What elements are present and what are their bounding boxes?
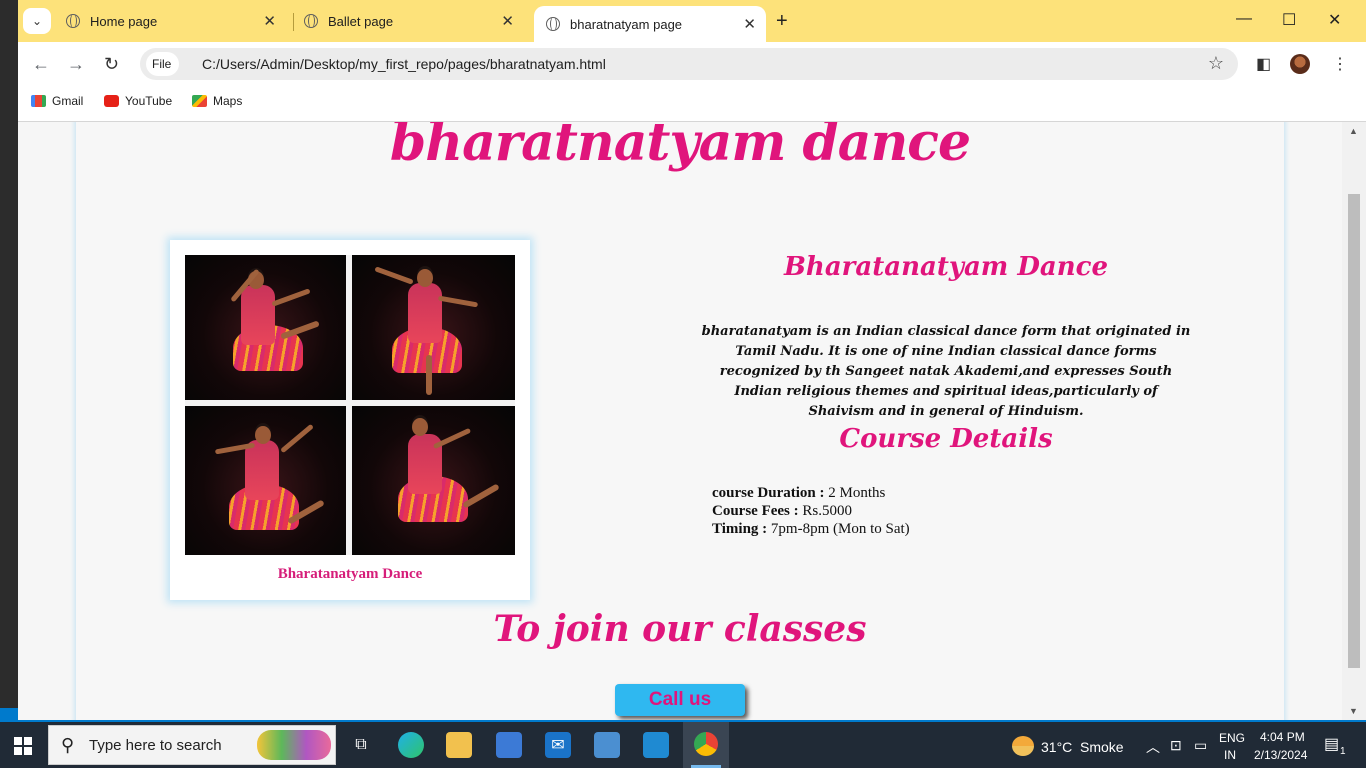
course-fees-row: Course Fees : Rs.5000 bbox=[712, 502, 910, 520]
gmail-icon bbox=[31, 95, 46, 107]
tab-home[interactable]: Home page ✕ bbox=[54, 6, 286, 36]
browser-toolbar: ← → ↻ i File C:/Users/Admin/Desktop/my_f… bbox=[18, 42, 1366, 205]
forward-icon[interactable]: → bbox=[67, 54, 85, 75]
figure-caption: Bharatanatyam Dance bbox=[277, 566, 423, 582]
tab-strip: ⌄ Home page ✕ Ballet page ✕ bharatnatyam… bbox=[18, 0, 1366, 42]
bookmark-label: YouTube bbox=[125, 94, 173, 108]
windows-taskbar: ⚲ Type here to search ⧉ ✉ 31°C Smoke ︿ ⊡… bbox=[0, 722, 1366, 768]
globe-icon bbox=[546, 17, 560, 31]
bookmark-gmail[interactable]: Gmail bbox=[31, 94, 83, 108]
tab-close-icon[interactable]: ✕ bbox=[743, 15, 756, 33]
dance-photo bbox=[352, 255, 515, 400]
language-bottom[interactable]: IN bbox=[1224, 748, 1236, 762]
scrollbar-thumb[interactable] bbox=[1348, 194, 1360, 668]
bookmark-youtube[interactable]: YouTube bbox=[104, 94, 172, 108]
page-container: bharatnatyam dance Bharatanatyam Dance B… bbox=[76, 122, 1284, 720]
dance-photo-collage bbox=[185, 255, 515, 555]
course-label: Timing : bbox=[712, 521, 768, 537]
tab-title: bharatnatyam page bbox=[570, 16, 683, 32]
page-scrollbar[interactable]: ▲ ▼ bbox=[1342, 122, 1366, 720]
dance-description: bharatanatyam is an Indian classical dan… bbox=[701, 324, 1191, 419]
collage-divider bbox=[185, 400, 515, 406]
call-us-button[interactable]: Call us bbox=[615, 684, 745, 716]
profile-avatar[interactable] bbox=[1290, 54, 1310, 74]
address-bar[interactable]: i File C:/Users/Admin/Desktop/my_first_r… bbox=[140, 48, 1238, 205]
bookmark-label: Maps bbox=[213, 94, 243, 108]
tab-title: Home page bbox=[90, 13, 158, 29]
notification-count: 1 bbox=[1340, 746, 1346, 757]
info-heading: Bharatanatyam Dance bbox=[783, 252, 1109, 282]
reload-icon[interactable]: ↻ bbox=[104, 54, 119, 75]
tab-ballet[interactable]: Ballet page ✕ bbox=[292, 6, 524, 36]
menu-kebab-icon[interactable]: ⋮ bbox=[1332, 54, 1348, 74]
url-text[interactable]: C:/Users/Admin/Desktop/my_first_repo/pag… bbox=[202, 56, 606, 72]
search-highlight-art bbox=[257, 730, 331, 760]
tray-chevron-icon[interactable]: ︿ bbox=[1146, 737, 1160, 757]
scroll-down-icon[interactable]: ▼ bbox=[1349, 706, 1358, 716]
battery-icon[interactable]: ▭ bbox=[1194, 737, 1207, 754]
chrome-taskbar-button[interactable] bbox=[683, 722, 729, 768]
page-title: bharatnatyam dance bbox=[389, 122, 971, 173]
course-label: Course Fees : bbox=[712, 503, 799, 519]
course-value: 2 Months bbox=[824, 485, 886, 501]
tab-title: Ballet page bbox=[328, 13, 394, 29]
course-details: course Duration : 2 Months Course Fees :… bbox=[712, 484, 910, 538]
network-icon[interactable]: ⊡ bbox=[1170, 737, 1182, 754]
clock-date[interactable]: 2/13/2024 bbox=[1254, 748, 1307, 762]
dance-figure: Bharatanatyam Dance bbox=[170, 240, 530, 600]
clock-time[interactable]: 4:04 PM bbox=[1260, 730, 1305, 744]
bookmarks-bar: Gmail YouTube Maps bbox=[18, 86, 1366, 122]
file-explorer-icon[interactable] bbox=[446, 732, 472, 758]
edge-icon[interactable] bbox=[398, 732, 424, 758]
bookmark-label: Gmail bbox=[52, 94, 84, 108]
tab-bharatnatyam[interactable]: bharatnatyam page ✕ bbox=[534, 6, 766, 42]
scheme-label: File bbox=[152, 57, 172, 71]
weather-icon[interactable] bbox=[1012, 736, 1034, 756]
globe-icon bbox=[304, 14, 318, 28]
course-timing-row: Timing : 7pm-8pm (Mon to Sat) bbox=[712, 520, 910, 538]
weather-desc[interactable]: Smoke bbox=[1080, 739, 1124, 755]
page-viewport: bharatnatyam dance Bharatanatyam Dance B… bbox=[18, 122, 1342, 720]
join-heading: To join our classes bbox=[493, 608, 867, 650]
course-duration-row: course Duration : 2 Months bbox=[712, 484, 910, 502]
course-heading: Course Details bbox=[839, 424, 1053, 454]
dance-photo bbox=[185, 406, 346, 555]
tab-search-button[interactable]: ⌄ bbox=[23, 8, 51, 34]
search-placeholder: Type here to search bbox=[89, 737, 222, 754]
close-window-button[interactable]: ✕ bbox=[1328, 10, 1341, 30]
site-info-chip[interactable]: i File bbox=[146, 52, 759, 205]
course-value: 7pm-8pm (Mon to Sat) bbox=[767, 521, 910, 537]
side-panel-icon[interactable]: ◧ bbox=[1256, 54, 1271, 74]
chrome-window: ⌄ Home page ✕ Ballet page ✕ bharatnatyam… bbox=[18, 0, 1366, 720]
notification-icon[interactable]: ▤ bbox=[1324, 734, 1339, 754]
tab-close-icon[interactable]: ✕ bbox=[501, 12, 514, 30]
taskbar-search-box[interactable]: ⚲ Type here to search bbox=[48, 725, 336, 765]
maps-icon bbox=[192, 95, 207, 107]
weather-temp[interactable]: 31°C bbox=[1041, 739, 1072, 755]
vscode-icon[interactable] bbox=[643, 732, 669, 758]
globe-icon bbox=[66, 14, 80, 28]
chrome-icon bbox=[694, 732, 718, 756]
course-value: Rs.5000 bbox=[798, 503, 852, 519]
minimize-button[interactable]: — bbox=[1236, 10, 1252, 28]
bookmark-maps[interactable]: Maps bbox=[192, 94, 242, 108]
language-top[interactable]: ENG bbox=[1219, 731, 1245, 745]
bookmark-star-icon[interactable]: ☆ bbox=[1208, 53, 1224, 74]
scroll-up-icon[interactable]: ▲ bbox=[1349, 126, 1358, 136]
search-icon: ⚲ bbox=[61, 735, 75, 755]
course-label: course Duration : bbox=[712, 485, 825, 501]
back-icon[interactable]: ← bbox=[32, 54, 50, 75]
dance-photo bbox=[185, 255, 346, 400]
dance-photo bbox=[352, 406, 515, 555]
mail-icon[interactable]: ✉ bbox=[545, 732, 571, 758]
youtube-icon bbox=[104, 95, 119, 107]
windows-start-icon[interactable] bbox=[14, 737, 32, 755]
new-tab-button[interactable]: + bbox=[776, 10, 788, 33]
maximize-button[interactable]: ☐ bbox=[1282, 10, 1296, 30]
task-view-icon[interactable]: ⧉ bbox=[348, 732, 374, 758]
tab-close-icon[interactable]: ✕ bbox=[263, 12, 276, 30]
vscode-window-edge bbox=[0, 0, 18, 720]
remote-desktop-icon[interactable] bbox=[594, 732, 620, 758]
store-icon[interactable] bbox=[496, 732, 522, 758]
